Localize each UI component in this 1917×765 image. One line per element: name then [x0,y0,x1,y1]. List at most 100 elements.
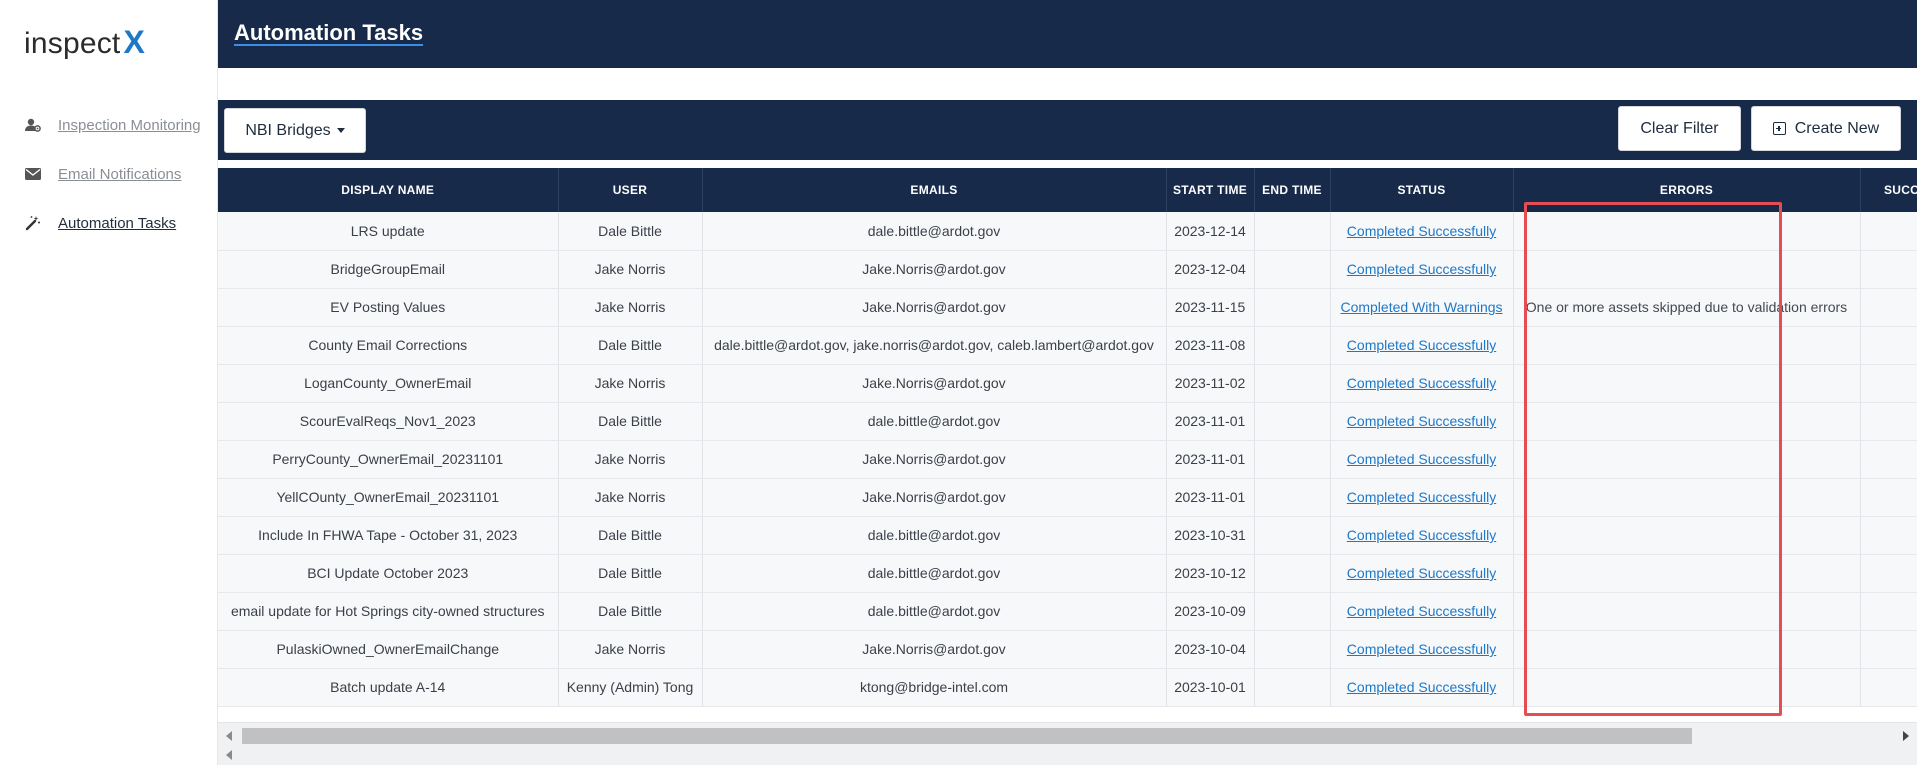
cell-end-time [1254,326,1331,365]
envelope-icon [24,165,42,183]
scroll-left-arrow-icon[interactable] [226,731,232,741]
column-header-end-time[interactable]: END TIME [1254,168,1331,212]
status-link[interactable]: Completed Successfully [1347,489,1496,505]
cell-emails: Jake.Norris@ardot.gov [702,630,1167,669]
sidebar-item-automation-tasks[interactable]: Automation Tasks [24,211,176,235]
sidebar-item-label: Inspection Monitoring [58,116,201,134]
table-row[interactable]: Batch update A-14 Kenny (Admin) Tong kto… [218,668,1917,707]
cell-user: Jake Norris [558,288,703,327]
cell-display-name: ScourEvalReqs_Nov1_2023 [218,402,559,441]
table-row[interactable]: email update for Hot Springs city-owned … [218,592,1917,631]
cell-success [1860,288,1917,327]
cell-display-name: Include In FHWA Tape - October 31, 2023 [218,516,559,555]
cell-start-time: 2023-10-31 [1166,516,1255,555]
create-new-label: Create New [1794,119,1880,137]
column-header-emails[interactable]: EMAILS [702,168,1167,212]
cell-display-name: BridgeGroupEmail [218,250,559,289]
scroll-right-arrow-icon[interactable] [1903,731,1909,741]
cell-end-time [1254,250,1331,289]
cell-emails: dale.bittle@ardot.gov [702,402,1167,441]
cell-start-time: 2023-10-12 [1166,554,1255,593]
table-row[interactable]: ScourEvalReqs_Nov1_2023 Dale Bittle dale… [218,402,1917,441]
sidebar-item-email-notifications[interactable]: Email Notifications [24,162,181,186]
cell-start-time: 2023-11-08 [1166,326,1255,365]
table-row[interactable]: BCI Update October 2023 Dale Bittle dale… [218,554,1917,593]
cell-emails: dale.bittle@ardot.gov [702,212,1167,251]
scroll-left-arrow-icon[interactable] [226,750,232,760]
cell-errors [1513,554,1861,593]
status-link[interactable]: Completed Successfully [1347,413,1496,429]
status-link[interactable]: Completed Successfully [1347,641,1496,657]
main-content: Automation Tasks NBI Bridges Clear Filte… [218,0,1917,765]
dropdown-label: NBI Bridges [245,121,331,139]
table-row[interactable]: County Email Corrections Dale Bittle dal… [218,326,1917,365]
cell-success [1860,440,1917,479]
cell-errors: One or more assets skipped due to valida… [1513,288,1861,327]
clear-filter-button[interactable]: Clear Filter [1618,106,1741,151]
table-row[interactable]: Include In FHWA Tape - October 31, 2023 … [218,516,1917,555]
toolbar: NBI Bridges Clear Filter Create New [218,100,1917,160]
page-header: Automation Tasks [218,0,1917,68]
status-link[interactable]: Completed Successfully [1347,565,1496,581]
status-link[interactable]: Completed Successfully [1347,527,1496,543]
cell-start-time: 2023-11-01 [1166,478,1255,517]
status-link[interactable]: Completed Successfully [1347,603,1496,619]
cell-user: Dale Bittle [558,592,703,631]
horizontal-scrollbar[interactable] [218,722,1917,746]
status-link[interactable]: Completed With Warnings [1340,299,1502,315]
cell-end-time [1254,288,1331,327]
cell-success [1860,554,1917,593]
cell-display-name: LoganCounty_OwnerEmail [218,364,559,403]
cell-emails: Jake.Norris@ardot.gov [702,250,1167,289]
cell-errors [1513,668,1861,707]
scrollbar-thumb[interactable] [242,728,1692,744]
column-header-start-time[interactable]: START TIME [1166,168,1255,212]
table-row[interactable]: PulaskiOwned_OwnerEmailChange Jake Norri… [218,630,1917,669]
column-header-status[interactable]: STATUS [1330,168,1514,212]
asset-type-dropdown[interactable]: NBI Bridges [224,108,366,153]
table-row[interactable]: BridgeGroupEmail Jake Norris Jake.Norris… [218,250,1917,289]
cell-end-time [1254,440,1331,479]
logo-text: inspect [24,27,121,60]
cell-errors [1513,630,1861,669]
status-link[interactable]: Completed Successfully [1347,261,1496,277]
cell-user: Jake Norris [558,630,703,669]
cell-end-time [1254,668,1331,707]
page-title[interactable]: Automation Tasks [234,20,423,46]
cell-start-time: 2023-11-02 [1166,364,1255,403]
table-row[interactable]: PerryCounty_OwnerEmail_20231101 Jake Nor… [218,440,1917,479]
status-link[interactable]: Completed Successfully [1347,223,1496,239]
table-row[interactable]: EV Posting Values Jake Norris Jake.Norri… [218,288,1917,327]
column-header-user[interactable]: USER [558,168,703,212]
status-link[interactable]: Completed Successfully [1347,451,1496,467]
create-new-button[interactable]: Create New [1751,106,1901,151]
cell-success [1860,212,1917,251]
cell-success [1860,326,1917,365]
status-link[interactable]: Completed Successfully [1347,679,1496,695]
cell-emails: Jake.Norris@ardot.gov [702,478,1167,517]
cell-user: Jake Norris [558,250,703,289]
column-header-errors[interactable]: ERRORS [1513,168,1861,212]
cell-errors [1513,250,1861,289]
status-link[interactable]: Completed Successfully [1347,337,1496,353]
cell-success [1860,592,1917,631]
table-row[interactable]: YellCOunty_OwnerEmail_20231101 Jake Norr… [218,478,1917,517]
app-window: inspectX Inspection Monitoring Email Not… [0,0,1917,765]
cell-emails: ktong@bridge-intel.com [702,668,1167,707]
cell-errors [1513,440,1861,479]
table-row[interactable]: LoganCounty_OwnerEmail Jake Norris Jake.… [218,364,1917,403]
column-header-display-name[interactable]: DISPLAY NAME [218,168,559,212]
sidebar-item-inspection-monitoring[interactable]: Inspection Monitoring [24,113,201,137]
caret-down-icon [336,128,345,133]
table-row[interactable]: LRS update Dale Bittle dale.bittle@ardot… [218,212,1917,251]
cell-errors [1513,364,1861,403]
cell-status: Completed Successfully [1330,364,1514,403]
column-header-success[interactable]: SUCCESS [1860,168,1917,212]
cell-display-name: County Email Corrections [218,326,559,365]
cell-status: Completed Successfully [1330,402,1514,441]
inspectx-logo: inspectX [24,24,145,61]
cell-display-name: BCI Update October 2023 [218,554,559,593]
cell-success [1860,668,1917,707]
status-link[interactable]: Completed Successfully [1347,375,1496,391]
cell-errors [1513,592,1861,631]
